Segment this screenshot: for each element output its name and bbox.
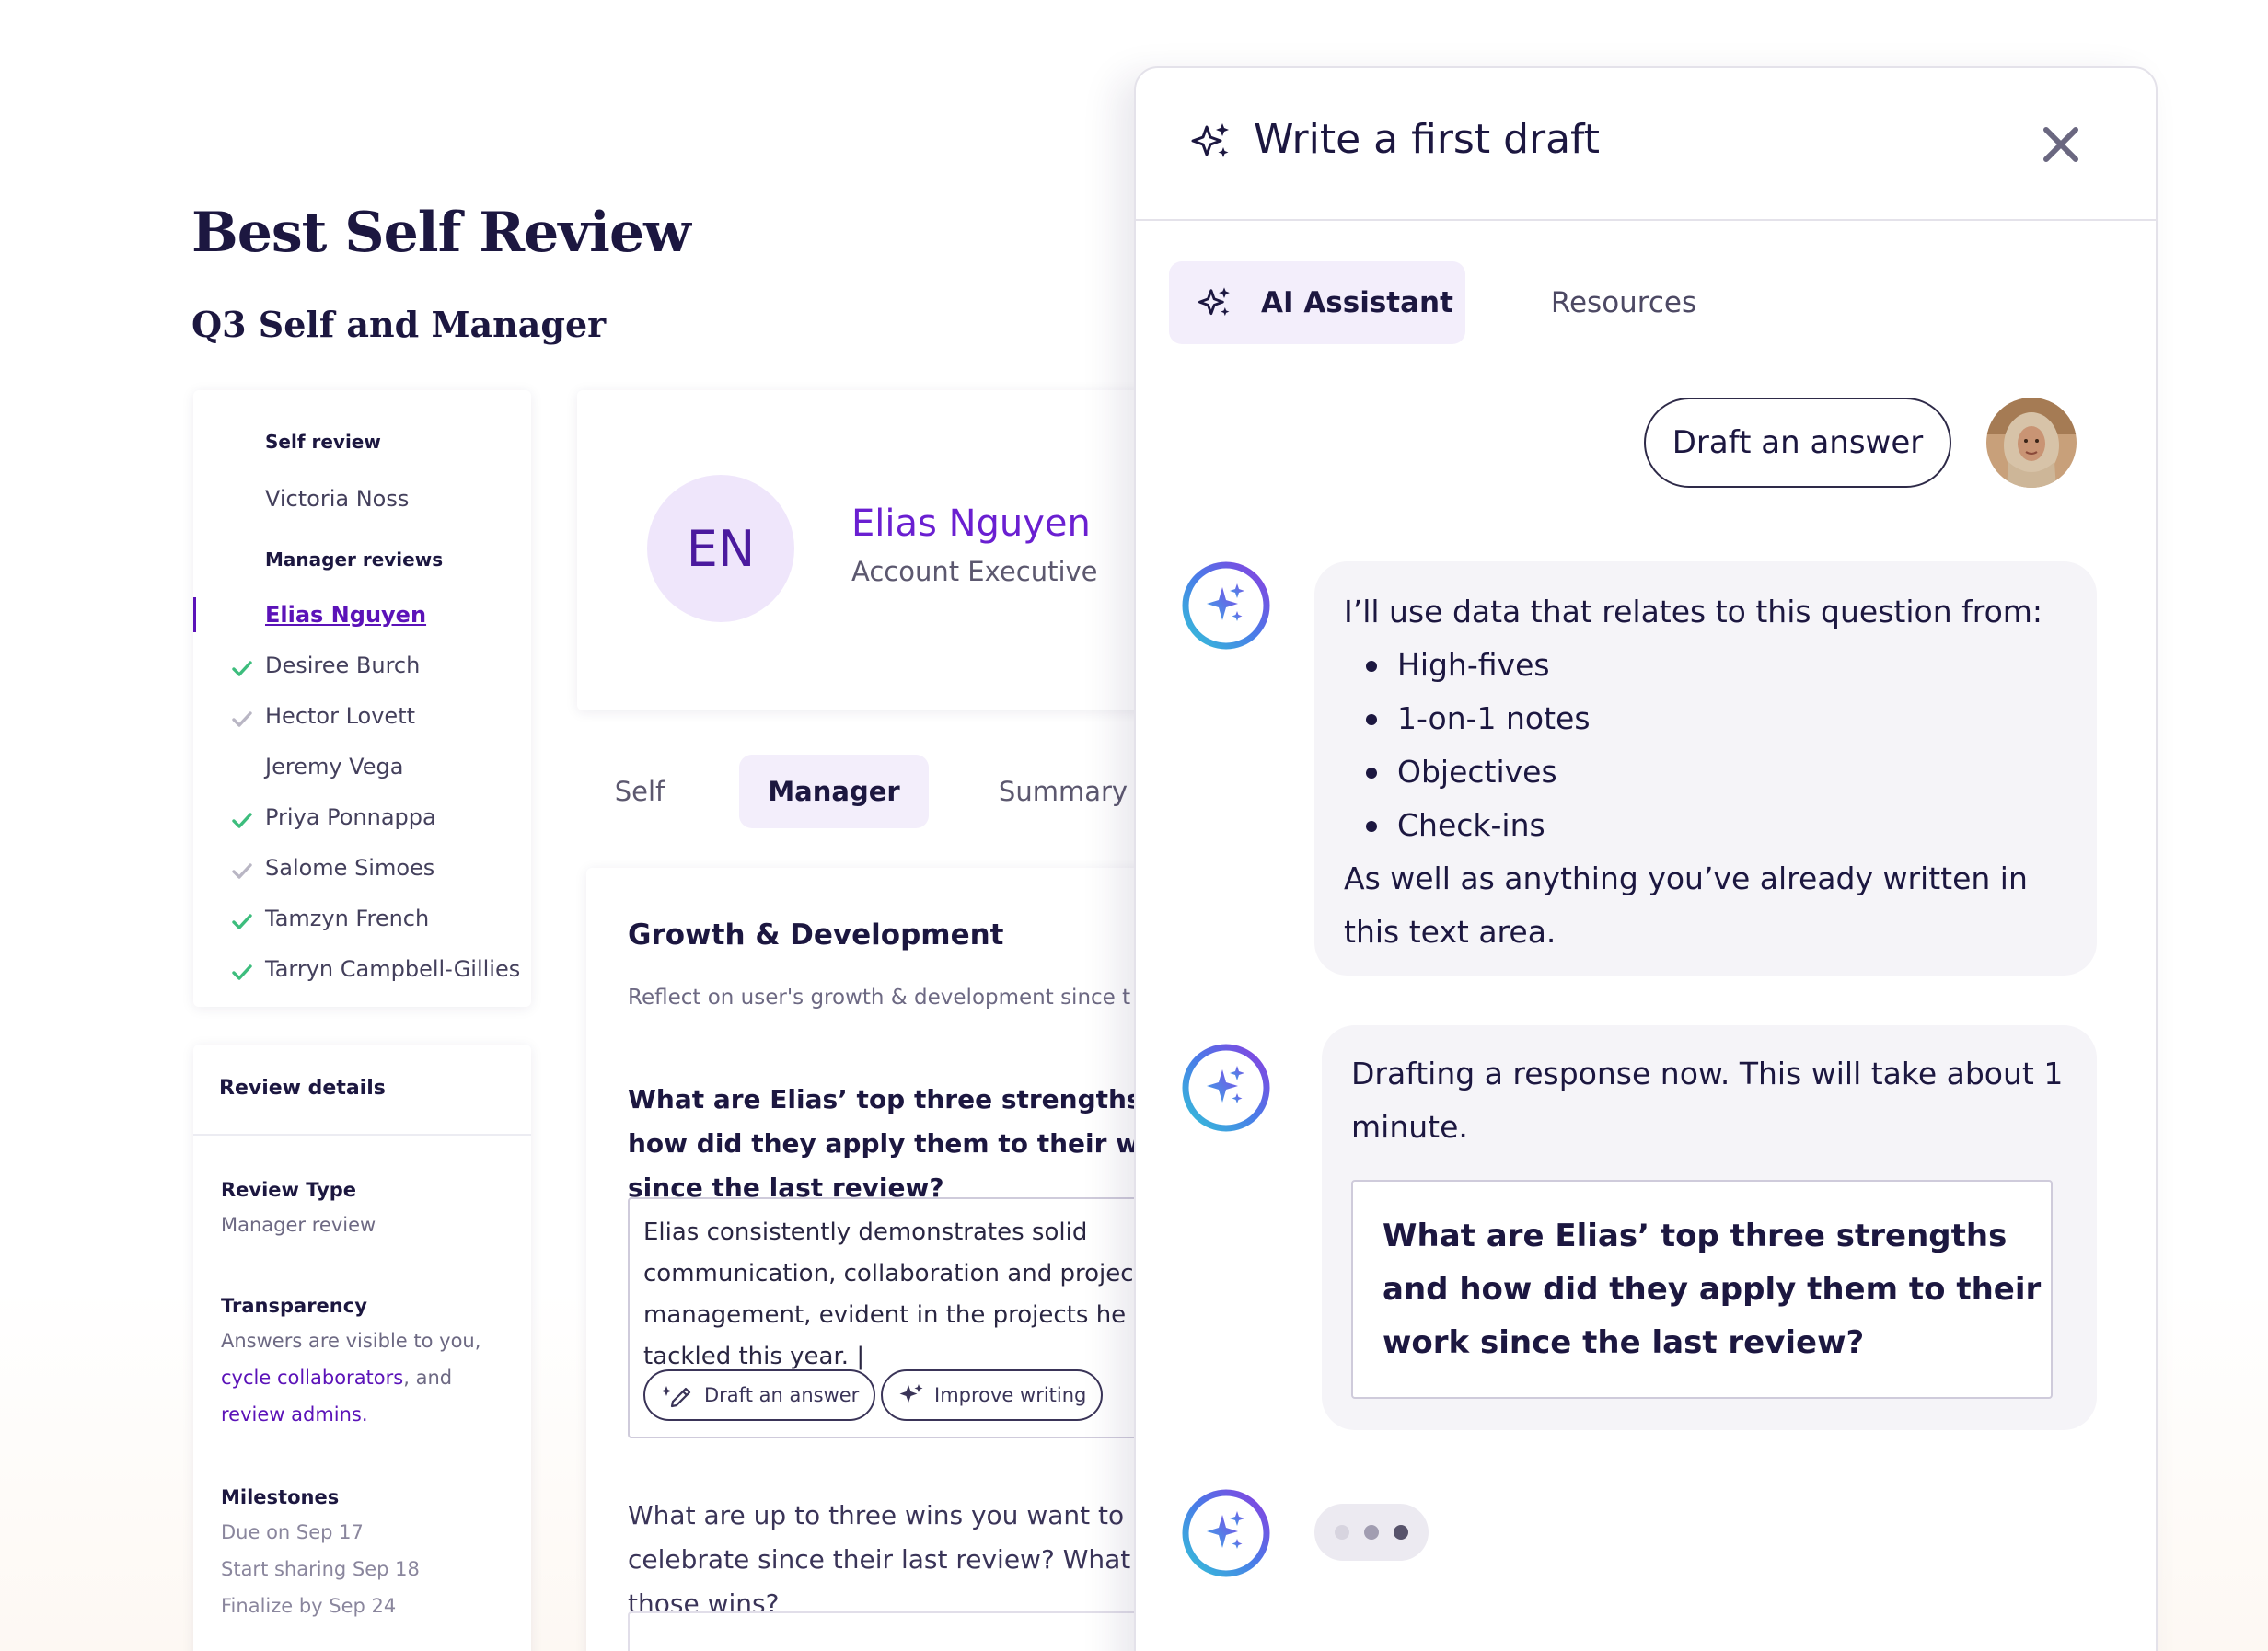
complete-check-icon [232, 914, 252, 929]
transparency-text-part: Answers are visible to you, [221, 1330, 481, 1352]
review-type-label: Review Type [221, 1179, 357, 1201]
question-card: Growth & Development Reflect on user's g… [586, 868, 1217, 1651]
user-avatar [1986, 398, 2077, 488]
sparkle-icon [899, 1384, 923, 1403]
nav-item-elias-nguyen[interactable]: Elias Nguyen [265, 602, 426, 628]
nav-item-hector-lovett[interactable]: Hector Lovett [265, 703, 415, 729]
tab-self[interactable]: Self [589, 755, 690, 828]
nav-item-desiree-burch[interactable]: Desiree Burch [265, 652, 420, 678]
ai-bot-avatar [1182, 1044, 1270, 1132]
transparency-text-part: . [361, 1403, 368, 1426]
tab-ai-assistant[interactable]: AI Assistant [1169, 261, 1465, 344]
answer-textarea-2[interactable] [628, 1611, 1217, 1651]
complete-check-icon [232, 813, 252, 828]
draft-answer-label: Draft an answer [704, 1384, 860, 1406]
nav-item-victoria-noss[interactable]: Victoria Noss [265, 486, 409, 512]
milestones-label: Milestones [221, 1486, 340, 1508]
bot-message-1: I’ll use data that relates to this quest… [1314, 561, 2097, 976]
user-message: Draft an answer [1644, 398, 1951, 488]
review-admins-link[interactable]: review admins [221, 1403, 362, 1426]
typing-dot [1394, 1525, 1408, 1540]
section-title: Growth & Development [628, 918, 1004, 952]
question-prompt-2: What are up to three wins you want to ce… [628, 1500, 1212, 1619]
page-title: Best Self Review [191, 201, 691, 265]
milestone-sharing: Start sharing Sep 18 [221, 1558, 420, 1580]
complete-check-icon [232, 964, 252, 980]
user-avatar-image [1986, 398, 2077, 488]
cycle-collaborators-link[interactable]: cycle collaborators [221, 1367, 403, 1389]
list-item: Objectives [1344, 745, 2067, 799]
tab-ai-assistant-label: AI Assistant [1261, 286, 1453, 319]
tab-summary[interactable]: Summary [966, 755, 1160, 828]
ai-bot-avatar [1182, 561, 1270, 650]
data-source-list: High-fives 1-on-1 notes Objectives Check… [1344, 639, 2067, 852]
milestone-finalize: Finalize by Sep 24 [221, 1595, 397, 1617]
sparkle-icon [1191, 123, 1229, 157]
ai-panel-header: Write a first draft [1136, 68, 2156, 221]
partial-check-icon [232, 711, 252, 727]
transparency-label: Transparency [221, 1295, 367, 1317]
transparency-text-part: , and [403, 1367, 453, 1389]
profile-card: EN Elias Nguyen Account Executive [577, 390, 1148, 710]
page-subtitle: Q3 Self and Manager [191, 304, 607, 345]
list-item: High-fives [1344, 639, 2067, 692]
partial-check-icon [232, 863, 252, 879]
sparkle-icon [1198, 287, 1230, 317]
draft-answer-button[interactable]: Draft an answer [643, 1369, 876, 1421]
profile-role: Account Executive [851, 556, 1098, 587]
avatar: EN [647, 475, 794, 622]
typing-indicator [1314, 1504, 1429, 1561]
question-prompt: What are Elias’ top three strengths and … [628, 1084, 1206, 1203]
complete-check-icon [232, 661, 252, 676]
bot-message-1-intro: I’ll use data that relates to this quest… [1344, 594, 2043, 629]
quoted-question: What are Elias’ top three strengths and … [1351, 1180, 2053, 1399]
improve-writing-button[interactable]: Improve writing [881, 1369, 1104, 1421]
answer-textarea[interactable]: Elias consistently demonstrates solid co… [628, 1197, 1217, 1438]
milestone-due: Due on Sep 17 [221, 1521, 364, 1543]
typing-dot [1364, 1525, 1379, 1540]
tab-resources[interactable]: Resources [1513, 261, 1734, 344]
nav-item-tarryn-campbell-gillies[interactable]: Tarryn Campbell-Gillies [265, 956, 520, 982]
list-item: 1-on-1 notes [1344, 692, 2067, 745]
bot-message-2-text: Drafting a response now. This will take … [1351, 1056, 2064, 1145]
profile-name: Elias Nguyen [851, 502, 1091, 545]
active-indicator [193, 597, 196, 632]
typing-dot [1335, 1525, 1349, 1540]
bot-message-2: Drafting a response now. This will take … [1322, 1025, 2097, 1430]
section-description: Reflect on user's growth & development s… [628, 986, 1131, 1010]
nav-item-salome-simoes[interactable]: Salome Simoes [265, 855, 434, 881]
bot-message-1-outro: As well as anything you’ve already writt… [1344, 860, 2028, 950]
review-details-card: Review details Review Type Manager revie… [193, 1045, 531, 1651]
nav-item-priya-ponnappa[interactable]: Priya Ponnappa [265, 804, 436, 830]
review-details-heading: Review details [219, 1077, 386, 1100]
ai-panel: Write a first draft AI Assistant Resourc… [1134, 66, 2158, 1651]
tab-manager[interactable]: Manager [739, 755, 929, 828]
quoted-question-text: What are Elias’ top three strengths and … [1383, 1218, 2042, 1361]
ai-panel-title: Write a first draft [1254, 116, 1601, 163]
pencil-sparkle-icon [661, 1386, 691, 1408]
list-item: Check-ins [1344, 799, 2067, 852]
ai-bot-avatar [1182, 1489, 1270, 1577]
review-nav: Self review Victoria Noss Manager review… [193, 390, 531, 1007]
manager-reviews-heading: Manager reviews [265, 548, 444, 571]
answer-text: Elias consistently demonstrates solid co… [643, 1218, 1143, 1370]
nav-item-tamzyn-french[interactable]: Tamzyn French [265, 906, 429, 931]
app-root: Best Self Review Q3 Self and Manager Sel… [0, 0, 2268, 1651]
self-review-heading: Self review [265, 431, 381, 453]
transparency-text: Answers are visible to you, cycle collab… [221, 1322, 515, 1433]
improve-writing-label: Improve writing [934, 1384, 1087, 1406]
review-type-value: Manager review [221, 1214, 376, 1236]
close-icon[interactable] [2040, 123, 2082, 166]
nav-item-jeremy-vega[interactable]: Jeremy Vega [265, 754, 403, 779]
divider [193, 1134, 531, 1136]
